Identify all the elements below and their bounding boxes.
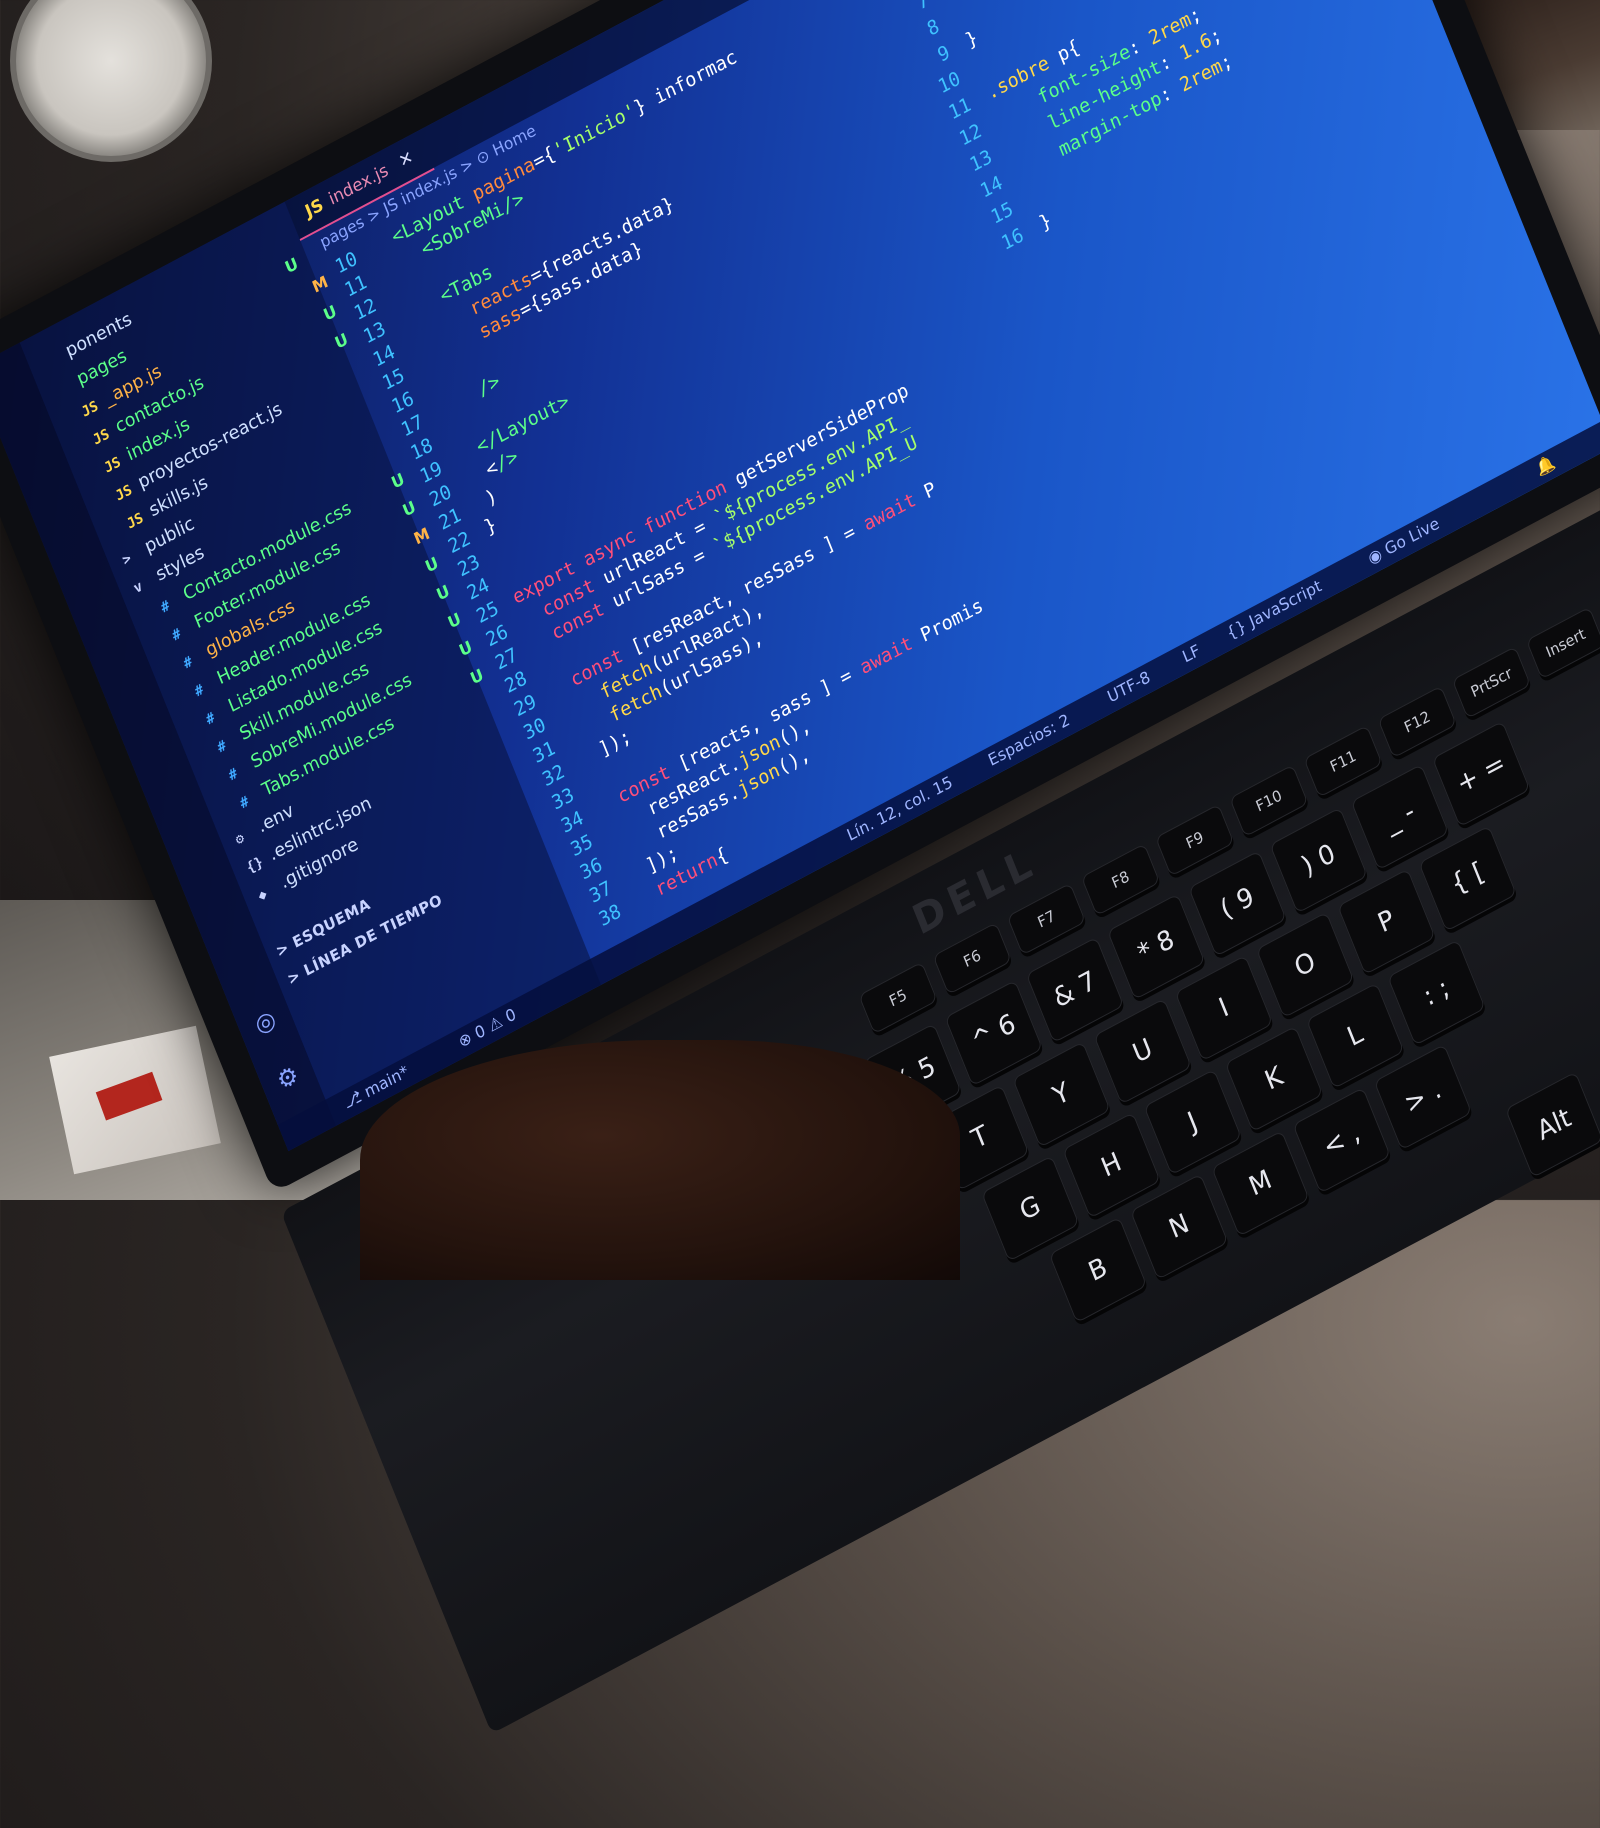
laptop: ◎ ⚙ ponents pages U JS_app.js M JScontacto.js… xyxy=(0,0,1600,1772)
file-icon xyxy=(46,357,69,369)
function-key[interactable]: PrtScr xyxy=(1451,646,1532,719)
code-line[interactable]: /> xyxy=(434,370,503,423)
number-key[interactable]: + = xyxy=(1431,720,1531,828)
function-key[interactable]: Insert xyxy=(1525,606,1600,680)
code-line[interactable]: sass={sass.data} xyxy=(415,237,646,376)
js-file-icon: JS xyxy=(302,194,327,223)
bell-icon[interactable]: 🔔 xyxy=(1533,452,1558,479)
function-key[interactable]: F5 xyxy=(858,961,938,1035)
close-icon[interactable]: ✕ xyxy=(396,147,416,172)
git-status-badge: U xyxy=(282,253,301,278)
function-key[interactable]: F11 xyxy=(1303,724,1383,798)
file-icon xyxy=(57,385,80,397)
alt-key[interactable]: Alt xyxy=(1504,1071,1600,1179)
function-key[interactable]: F12 xyxy=(1377,685,1457,759)
gear-icon[interactable]: ⚙ xyxy=(269,1057,307,1099)
code-line[interactable]: } xyxy=(1036,209,1054,235)
account-icon[interactable]: ◎ xyxy=(246,1001,284,1043)
code-line[interactable]: } xyxy=(962,26,980,52)
code-line[interactable]: export async function getServerSideProp xyxy=(509,379,911,609)
function-key[interactable]: F10 xyxy=(1229,764,1309,838)
hand xyxy=(360,1040,960,1280)
function-key[interactable]: F9 xyxy=(1155,803,1235,877)
eol-indicator[interactable]: LF xyxy=(1180,640,1203,666)
function-key[interactable]: F8 xyxy=(1080,843,1161,917)
code-line[interactable]: } xyxy=(481,513,499,539)
